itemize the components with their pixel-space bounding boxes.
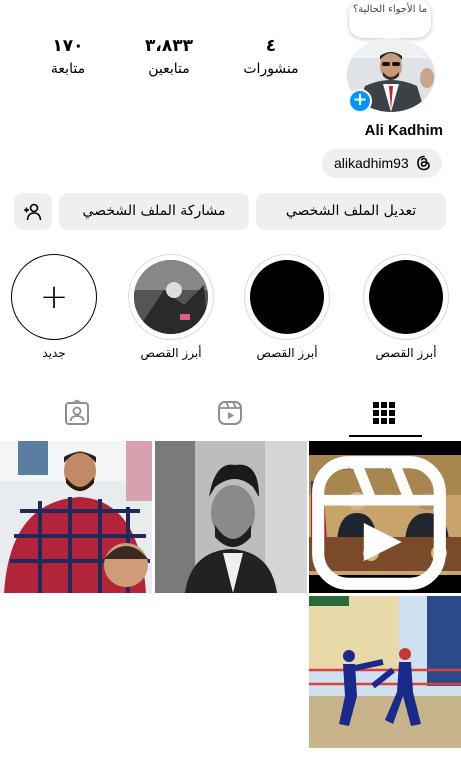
add-person-icon: [24, 203, 42, 221]
grid-post[interactable]: [0, 441, 152, 593]
tab-tagged[interactable]: [0, 392, 154, 438]
tab-grid[interactable]: [307, 392, 461, 438]
posts-label: منشورات: [243, 61, 299, 77]
posts-count: ٤: [265, 36, 277, 56]
new-highlight-item[interactable]: + جديد: [11, 254, 97, 360]
note-bubble[interactable]: ما الأجواء الحالية؟: [349, 0, 431, 38]
highlight-ring: [363, 254, 449, 340]
grid-post[interactable]: [155, 441, 307, 593]
active-tab-indicator: [349, 435, 422, 437]
add-story-plus-icon[interactable]: +: [348, 89, 372, 113]
profile-name: Ali Kadhim: [364, 122, 443, 139]
grid-icon: [373, 402, 395, 424]
following-label: متابعة: [50, 61, 86, 77]
highlight-label: أبرز القصص: [140, 346, 202, 360]
highlight-ring: [128, 254, 214, 340]
followers-label: متابعين: [148, 61, 190, 77]
post-image-plaid-shirt: [0, 441, 152, 593]
stat-following[interactable]: ١٧٠ متابعة: [23, 36, 113, 78]
highlight-item[interactable]: أبرز القصص: [244, 254, 330, 360]
share-profile-button[interactable]: مشاركة الملف الشخصي: [59, 193, 249, 230]
stat-followers[interactable]: ٣،٨٣٣ متابعين: [124, 36, 214, 78]
post-image-kickboxing: [309, 596, 461, 748]
edit-profile-button[interactable]: تعديل الملف الشخصي: [256, 193, 446, 230]
threads-icon: [417, 155, 430, 171]
highlight-cover: [250, 260, 324, 334]
tagged-icon: [65, 399, 89, 425]
highlight-photo: [134, 260, 208, 334]
followers-count: ٣،٨٣٣: [145, 36, 193, 56]
plus-icon: +: [39, 277, 69, 317]
new-highlight-label: جديد: [42, 346, 66, 360]
note-text: ما الأجواء الحالية؟: [352, 4, 428, 15]
new-highlight-ring: +: [11, 254, 97, 340]
highlight-cover: [369, 260, 443, 334]
tab-reels[interactable]: [153, 392, 307, 438]
discover-people-button[interactable]: [14, 193, 52, 230]
reels-icon: [218, 401, 242, 425]
highlight-ring: [244, 254, 330, 340]
grid-post[interactable]: Другие лидеры: [309, 441, 461, 593]
threads-badge[interactable]: alikadhim93: [322, 149, 442, 178]
highlight-label: أبرز القصص: [256, 346, 318, 360]
stat-posts[interactable]: ٤ منشورات: [226, 36, 316, 78]
highlight-item[interactable]: أبرز القصص: [363, 254, 449, 360]
threads-handle: alikadhim93: [334, 155, 409, 171]
following-count: ١٧٠: [52, 36, 84, 56]
highlight-item[interactable]: أبرز القصص: [128, 254, 214, 360]
grid-post[interactable]: [309, 596, 461, 748]
highlight-label: أبرز القصص: [375, 346, 437, 360]
reel-badge-icon: [312, 456, 446, 590]
post-image-portrait-bw: [155, 441, 307, 593]
highlight-cover: [134, 260, 208, 334]
